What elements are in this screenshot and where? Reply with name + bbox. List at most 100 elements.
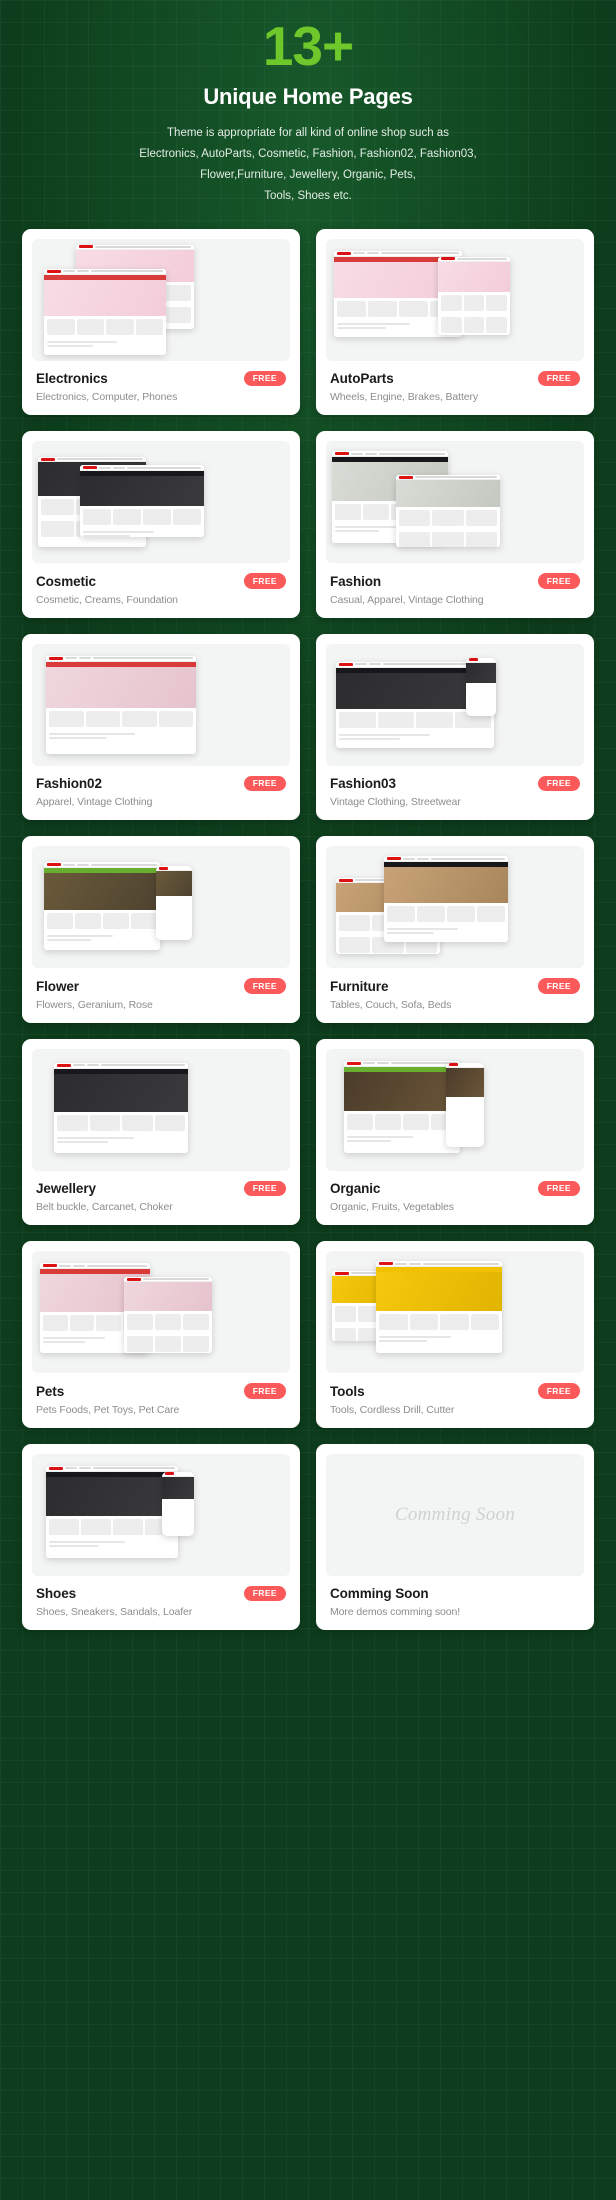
demo-card-title-row: Fashion03 FREE	[330, 775, 580, 792]
demo-preview-thumbnail[interactable]	[32, 1048, 290, 1171]
free-badge: FREE	[243, 978, 286, 994]
demo-card-title-row: AutoParts FREE	[330, 370, 580, 387]
demo-description: Cosmetic, Creams, Foundation	[36, 593, 178, 606]
demo-card-meta: Organic FREE Organic, Fruits, Vegetables	[326, 1171, 584, 1213]
free-badge: FREE	[243, 1585, 286, 1602]
free-badge: FREE	[243, 370, 286, 387]
demo-card-meta: Tools FREE Tools, Cordless Drill, Cutter	[326, 1373, 584, 1416]
preview-tablet-mock	[438, 256, 510, 335]
demo-card-title-row: Furniture FREE	[330, 978, 580, 994]
demo-preview-thumbnail[interactable]	[32, 643, 290, 766]
demo-preview-thumbnail[interactable]	[32, 238, 290, 361]
demo-card-meta: AutoParts FREE Wheels, Engine, Brakes, B…	[326, 361, 584, 404]
demo-name: Fashion	[330, 573, 382, 589]
preview-browser-mock	[44, 268, 166, 355]
demo-description: Pets Foods, Pet Toys, Pet Care	[36, 1403, 180, 1416]
demo-grid: Electronics FREE Electronics, Computer, …	[0, 221, 616, 1655]
demo-preview-thumbnail[interactable]	[326, 1048, 584, 1171]
demo-description: Vintage Clothing, Streetwear	[330, 796, 461, 809]
hero-subtitle-line: Electronics, AutoParts, Cosmetic, Fashio…	[139, 148, 477, 161]
demo-card-meta: Pets FREE Pets Foods, Pet Toys, Pet Care	[32, 1373, 290, 1416]
free-badge: FREE	[243, 573, 286, 589]
demo-name: Organic	[330, 1181, 381, 1197]
demo-name: Shoes	[36, 1586, 77, 1602]
preview-phone-mock	[466, 657, 496, 716]
demo-name: Fashion03	[330, 776, 396, 792]
demo-preview-thumbnail[interactable]	[32, 1453, 290, 1576]
demo-name: AutoParts	[330, 371, 394, 387]
free-badge: FREE	[537, 573, 580, 589]
demo-preview-thumbnail[interactable]	[32, 441, 290, 564]
free-badge: FREE	[537, 775, 580, 792]
demo-card[interactable]: Fashion02 FREE Apparel, Vintage Clothing	[22, 633, 300, 821]
demo-card[interactable]: Pets FREE Pets Foods, Pet Toys, Pet Care	[22, 1241, 300, 1428]
free-badge: FREE	[243, 1180, 286, 1197]
demo-preview-thumbnail[interactable]	[32, 1251, 290, 1374]
free-badge: FREE	[537, 1383, 580, 1399]
hero-subtitle-line: Flower,Furniture, Jewellery, Organic, Pe…	[200, 168, 416, 181]
demo-description: Tables, Couch, Sofa, Beds	[330, 998, 452, 1011]
demo-preview-thumbnail[interactable]	[326, 1251, 584, 1374]
demo-card-meta: Flower FREE Flowers, Geranium, Rose	[32, 968, 290, 1011]
preview-browser-mock	[46, 655, 196, 754]
demo-description: Tools, Cordless Drill, Cutter	[330, 1403, 455, 1416]
demo-name: Electronics	[36, 371, 108, 387]
demo-description: Belt buckle, Carcanet, Choker	[36, 1201, 173, 1214]
demo-card[interactable]: Comming Soon Comming Soon More demos com…	[316, 1443, 594, 1631]
preview-browser-mock	[80, 465, 204, 538]
hero-subtitle-line: Tools, Shoes etc.	[264, 189, 352, 202]
preview-browser-mock	[54, 1062, 188, 1153]
demo-card-meta: Fashion FREE Casual, Apparel, Vintage Cl…	[326, 563, 584, 606]
demo-description: Electronics, Computer, Phones	[36, 391, 178, 404]
coming-soon-text: Comming Soon	[394, 1503, 516, 1525]
coming-soon-placeholder: Comming Soon	[326, 1453, 584, 1576]
demo-card-meta: Furniture FREE Tables, Couch, Sofa, Beds	[326, 968, 584, 1011]
demo-description: Casual, Apparel, Vintage Clothing	[330, 593, 484, 606]
preview-browser-mock	[376, 1261, 502, 1354]
demo-preview-thumbnail[interactable]	[326, 441, 584, 564]
free-badge: FREE	[537, 978, 580, 994]
demo-card-title-row: Pets FREE	[36, 1383, 286, 1399]
demo-card[interactable]: Furniture FREE Tables, Couch, Sofa, Beds	[316, 836, 594, 1023]
demo-preview-thumbnail[interactable]	[326, 643, 584, 766]
demo-name: Jewellery	[36, 1181, 96, 1197]
demo-card-meta: Comming Soon More demos comming soon!	[326, 1576, 584, 1618]
demo-card[interactable]: Organic FREE Organic, Fruits, Vegetables	[316, 1038, 594, 1226]
demo-card[interactable]: Shoes FREE Shoes, Sneakers, Sandals, Loa…	[22, 1443, 300, 1631]
demo-card-meta: Shoes FREE Shoes, Sneakers, Sandals, Loa…	[32, 1576, 290, 1618]
demo-card[interactable]: Fashion FREE Casual, Apparel, Vintage Cl…	[316, 431, 594, 618]
demo-name: Cosmetic	[36, 573, 96, 589]
preview-browser-mock	[344, 1060, 460, 1153]
demo-card[interactable]: AutoParts FREE Wheels, Engine, Brakes, B…	[316, 228, 594, 416]
demo-card[interactable]: Electronics FREE Electronics, Computer, …	[22, 228, 300, 416]
free-badge: FREE	[537, 370, 580, 387]
demo-card-meta: Fashion03 FREE Vintage Clothing, Streetw…	[326, 766, 584, 809]
demo-card-meta: Cosmetic FREE Cosmetic, Creams, Foundati…	[32, 563, 290, 606]
preview-tablet-mock	[124, 1277, 212, 1354]
free-badge: FREE	[243, 775, 286, 792]
demo-preview-thumbnail[interactable]	[32, 846, 290, 969]
demo-card-title-row: Shoes FREE	[36, 1585, 286, 1602]
preview-browser-mock	[46, 1465, 178, 1558]
demo-name: Comming Soon	[330, 1585, 429, 1601]
demo-name: Pets	[36, 1383, 65, 1399]
demo-card-title-row: Fashion FREE	[330, 573, 580, 589]
hero-header: 13+ Unique Home Pages Theme is appropria…	[0, 0, 616, 221]
preview-tablet-mock	[396, 475, 500, 548]
preview-browser-mock	[44, 862, 160, 951]
demo-card[interactable]: Jewellery FREE Belt buckle, Carcanet, Ch…	[22, 1038, 300, 1226]
hero-subtitle: Theme is appropriate for all kind of onl…	[20, 123, 596, 207]
page-count: 13+	[262, 15, 354, 77]
demo-preview-thumbnail[interactable]	[326, 846, 584, 969]
demo-card[interactable]: Fashion03 FREE Vintage Clothing, Streetw…	[316, 633, 594, 821]
demo-card-title-row: Tools FREE	[330, 1383, 580, 1399]
demo-description: Wheels, Engine, Brakes, Battery	[330, 391, 479, 404]
demo-card[interactable]: Cosmetic FREE Cosmetic, Creams, Foundati…	[22, 431, 300, 618]
demo-card-meta: Fashion02 FREE Apparel, Vintage Clothing	[32, 766, 290, 809]
demo-description: Flowers, Geranium, Rose	[36, 998, 153, 1011]
demo-description: More demos comming soon!	[330, 1605, 461, 1618]
demo-card[interactable]: Tools FREE Tools, Cordless Drill, Cutter	[316, 1241, 594, 1428]
demo-description: Apparel, Vintage Clothing	[36, 796, 153, 809]
demo-card[interactable]: Flower FREE Flowers, Geranium, Rose	[22, 836, 300, 1023]
demo-preview-thumbnail[interactable]	[326, 238, 584, 361]
